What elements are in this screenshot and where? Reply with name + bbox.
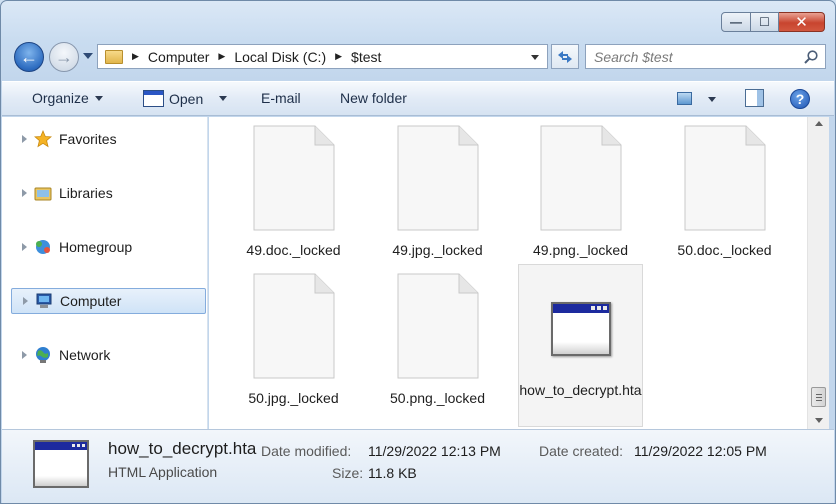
file-name: 50.jpg._locked — [248, 390, 339, 406]
address-dropdown-icon[interactable] — [531, 55, 539, 60]
size-value: 11.8 KB — [368, 465, 417, 481]
breadcrumb-separator[interactable]: ▶ — [132, 51, 139, 62]
file-item[interactable]: 49.doc._locked — [231, 119, 356, 279]
maximize-button[interactable]: ☐ — [751, 12, 779, 32]
selected-file-name: how_to_decrypt.hta — [108, 439, 257, 458]
sidebar-item-label: Favorites — [59, 131, 117, 147]
document-icon — [397, 125, 478, 231]
application-window-icon — [33, 440, 89, 488]
search-box[interactable] — [585, 44, 826, 69]
sidebar-item-favorites[interactable]: Favorites — [11, 126, 206, 152]
breadcrumb-computer[interactable]: Computer — [148, 49, 209, 65]
breadcrumb-test[interactable]: $test — [351, 49, 381, 65]
selected-file-type: HTML Application — [108, 464, 218, 480]
refresh-icon — [558, 50, 572, 63]
organize-button[interactable]: Organize — [32, 90, 103, 106]
command-bar: Organize Open E-mail New folder ? — [2, 81, 834, 116]
application-window-icon — [550, 302, 611, 356]
date-created-label: Date created: — [539, 443, 624, 459]
back-button[interactable]: ← — [14, 42, 44, 72]
email-label: E-mail — [261, 90, 301, 106]
explorer-window: — ☐ ✕ ← → ▶ Computer ▶ Local Disk (C:) ▶… — [0, 0, 836, 504]
scrollbar-thumb[interactable] — [811, 387, 826, 407]
expand-arrow-icon[interactable] — [22, 135, 27, 143]
computer-icon — [35, 292, 53, 310]
file-item[interactable]: 50.png._locked — [375, 267, 500, 427]
file-name: 49.doc._locked — [246, 242, 341, 258]
change-view-icon[interactable] — [677, 92, 692, 105]
search-icon[interactable] — [803, 49, 819, 65]
sidebar-item-network[interactable]: Network — [11, 342, 206, 368]
application-window-icon — [143, 90, 164, 107]
close-button[interactable]: ✕ — [779, 12, 825, 32]
file-name: 49.png._locked — [533, 242, 628, 258]
expand-arrow-icon[interactable] — [23, 297, 28, 305]
homegroup-icon — [34, 238, 52, 256]
vertical-scrollbar[interactable] — [807, 117, 829, 429]
minimize-button[interactable]: — — [721, 12, 751, 32]
new-folder-label: New folder — [340, 90, 407, 106]
organize-label: Organize — [32, 90, 89, 106]
search-input[interactable] — [594, 48, 794, 65]
sidebar-item-label: Computer — [60, 293, 122, 309]
sidebar-item-computer[interactable]: Computer — [11, 288, 206, 314]
sidebar-item-label: Libraries — [59, 185, 113, 201]
libraries-icon — [34, 184, 52, 202]
open-button[interactable]: Open — [143, 90, 228, 107]
expand-arrow-icon[interactable] — [22, 189, 27, 197]
details-pane: how_to_decrypt.hta HTML Application Date… — [2, 429, 834, 503]
new-folder-button[interactable]: New folder — [340, 90, 407, 106]
file-item-selected[interactable]: how_to_decrypt.hta — [518, 264, 643, 427]
document-icon — [540, 125, 621, 231]
document-icon — [684, 125, 765, 231]
file-name: how_to_decrypt.hta — [519, 382, 642, 398]
folder-icon — [105, 49, 123, 64]
network-icon — [34, 346, 52, 364]
help-icon[interactable]: ? — [790, 89, 810, 109]
recent-pages-dropdown[interactable] — [83, 53, 93, 59]
expand-arrow-icon[interactable] — [22, 243, 27, 251]
date-modified-value: 11/29/2022 12:13 PM — [368, 443, 501, 459]
chevron-down-icon[interactable] — [219, 96, 228, 101]
scroll-up-icon[interactable] — [815, 121, 823, 126]
breadcrumb-separator[interactable]: ▶ — [218, 51, 225, 62]
date-created-value: 11/29/2022 12:05 PM — [634, 443, 767, 459]
navigation-pane: Favorites Libraries Homegroup Computer N… — [2, 117, 208, 429]
breadcrumb-separator[interactable]: ▶ — [335, 51, 342, 62]
file-item[interactable]: 50.doc._locked — [662, 119, 787, 279]
address-bar[interactable]: ▶ Computer ▶ Local Disk (C:) ▶ $test — [97, 44, 548, 69]
preview-pane-icon[interactable] — [745, 89, 764, 107]
expand-arrow-icon[interactable] — [22, 351, 27, 359]
size-label: Size: — [332, 465, 364, 481]
document-icon — [253, 273, 334, 379]
open-label: Open — [169, 90, 204, 107]
scroll-down-icon[interactable] — [815, 418, 823, 423]
document-icon — [253, 125, 334, 231]
caption-buttons: — ☐ ✕ — [721, 12, 825, 32]
file-name: 50.doc._locked — [677, 242, 772, 258]
chevron-down-icon — [94, 95, 103, 101]
file-item[interactable]: 49.png._locked — [518, 119, 643, 279]
sidebar-item-homegroup[interactable]: Homegroup — [11, 234, 206, 260]
file-item[interactable]: 49.jpg._locked — [375, 119, 500, 279]
email-button[interactable]: E-mail — [261, 90, 301, 106]
document-icon — [397, 273, 478, 379]
forward-button[interactable]: → — [49, 42, 79, 72]
sidebar-item-label: Homegroup — [59, 239, 133, 255]
sidebar-item-libraries[interactable]: Libraries — [11, 180, 206, 206]
refresh-button[interactable] — [551, 44, 579, 69]
file-item[interactable]: 50.jpg._locked — [231, 267, 356, 427]
file-name: 49.jpg._locked — [392, 242, 483, 258]
date-modified-label: Date modified: — [261, 443, 352, 459]
sidebar-item-label: Network — [59, 347, 111, 363]
star-icon — [34, 130, 52, 148]
breadcrumb-local-disk[interactable]: Local Disk (C:) — [234, 49, 326, 65]
file-name: 50.png._locked — [390, 390, 485, 406]
file-list: 49.doc._locked 49.jpg._locked 49.png._lo… — [209, 117, 807, 429]
chevron-down-icon[interactable] — [708, 97, 716, 102]
